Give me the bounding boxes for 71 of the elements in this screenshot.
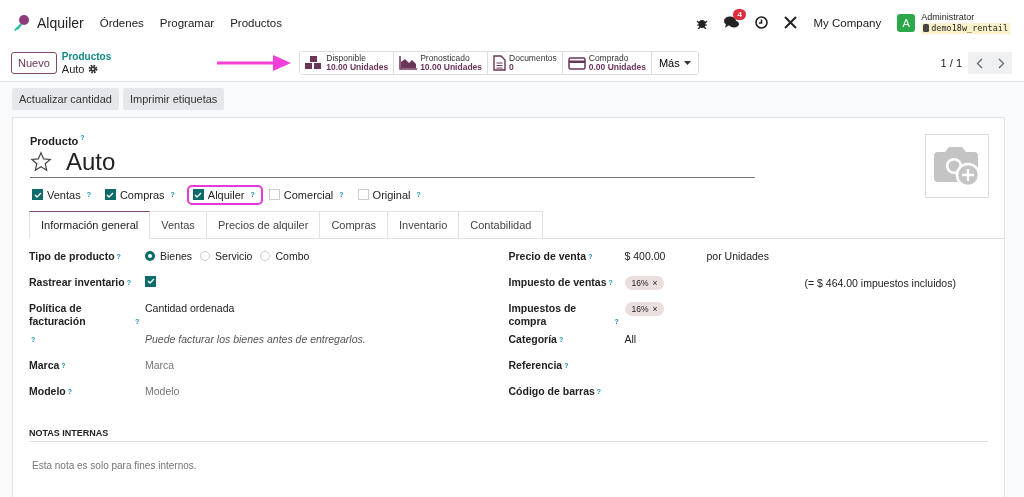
document-icon — [493, 55, 507, 71]
menu-item[interactable]: Programar — [159, 16, 215, 29]
database-tag: demo18w_rentail — [921, 22, 1010, 34]
new-button[interactable]: Nuevo — [11, 52, 57, 74]
credit-card-icon — [567, 56, 586, 70]
chevron-left-icon — [975, 57, 983, 69]
cubes-icon — [305, 56, 324, 70]
action-button[interactable]: Actualizar cantidad — [12, 88, 119, 110]
field-label: Código de barras — [508, 384, 595, 398]
app-name[interactable]: Alquiler — [37, 14, 84, 31]
user-name[interactable]: Administrator — [921, 11, 1010, 23]
action-button[interactable]: Imprimir etiquetas — [122, 88, 225, 110]
remove-tag-button[interactable]: × — [652, 277, 658, 288]
checkbox[interactable] — [32, 189, 43, 201]
field-label: Referencia — [508, 358, 563, 372]
star-icon[interactable] — [30, 150, 52, 173]
menu-item[interactable]: Órdenes — [99, 16, 144, 29]
menu-item[interactable]: Productos — [230, 16, 282, 29]
checkbox-label[interactable]: Compras — [119, 188, 165, 201]
checkbox[interactable] — [104, 189, 116, 201]
product-name-field[interactable]: Auto — [66, 147, 116, 176]
clock-icon[interactable] — [755, 16, 769, 29]
field-value[interactable]: $ 400.00 — [624, 249, 702, 262]
field-label: Precio de venta — [508, 249, 587, 263]
key-icon[interactable] — [12, 13, 30, 32]
caret-icon — [683, 61, 691, 65]
field-value[interactable]: All — [624, 332, 702, 345]
pager-value: 1 / 1 — [940, 57, 962, 69]
tax-tag: 16% × — [624, 275, 665, 290]
radio-button[interactable] — [145, 250, 155, 261]
tab[interactable]: Ventas — [150, 210, 207, 239]
tab[interactable]: Precios de alquiler — [206, 210, 321, 239]
database-icon — [923, 24, 930, 32]
chat-icon[interactable] — [724, 16, 740, 29]
section-title: NOTAS INTERNAS — [29, 427, 988, 442]
unit-label: por Unidades — [706, 249, 769, 262]
checkbox[interactable] — [192, 189, 204, 201]
radio-label[interactable]: Servicio — [215, 249, 253, 262]
field-label: Impuesto de ventas — [508, 275, 607, 289]
field-label: Tipo de producto — [29, 249, 115, 263]
notification-badge: 4 — [733, 9, 746, 20]
record-name: Auto — [61, 63, 85, 75]
field-label: Categoría — [508, 332, 557, 346]
stat-button[interactable]: Disponible 10.00 Unidades — [300, 52, 395, 74]
tab[interactable]: Compras — [320, 210, 388, 239]
tax-included-note: (= $ 464.00 impuestos incluidos) — [804, 276, 956, 289]
gear-icon[interactable] — [88, 64, 99, 74]
tab[interactable]: Información general — [29, 210, 151, 239]
breadcrumb-link[interactable]: Productos — [61, 51, 112, 63]
area-chart-icon — [399, 56, 418, 70]
tab[interactable]: Contabilidad — [459, 210, 544, 239]
hint-text: Puede facturar los bienes antes de entregarlos. — [145, 332, 366, 345]
radio-label[interactable]: Bienes — [160, 249, 193, 262]
field-value[interactable]: Cantidad ordenada — [145, 301, 235, 314]
field-label: Marca — [29, 358, 60, 372]
checkbox-label[interactable]: Original — [372, 188, 411, 201]
chevron-right-icon — [997, 57, 1005, 69]
field-label: Modelo — [29, 384, 66, 398]
radio-label[interactable]: Combo — [275, 249, 310, 262]
checkbox-label[interactable]: Ventas — [47, 188, 81, 201]
tab[interactable]: Inventario — [388, 210, 460, 239]
checkbox[interactable] — [145, 275, 156, 287]
field-label: Impuestos de compra — [508, 301, 578, 328]
tax-tag: 16% × — [624, 301, 665, 316]
company-switcher[interactable]: My Company — [813, 16, 882, 29]
field-label: Política de facturación — [29, 301, 87, 328]
checkbox-label[interactable]: Comercial — [283, 188, 334, 201]
remove-tag-button[interactable]: × — [652, 303, 658, 314]
checkbox-label[interactable]: Alquiler — [207, 188, 245, 201]
field-label: Producto — [30, 134, 79, 147]
field-label: Rastrear inventario — [29, 275, 125, 289]
